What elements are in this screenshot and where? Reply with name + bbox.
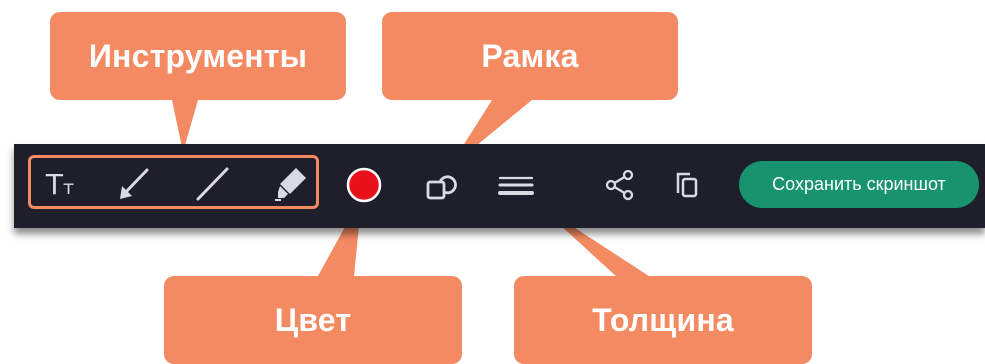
line-tool-button[interactable] bbox=[192, 164, 232, 204]
thickness-callout: Толщина bbox=[514, 276, 812, 364]
arrow-icon bbox=[120, 168, 149, 199]
arrow-tool-button[interactable] bbox=[114, 164, 154, 204]
frame-callout: Рамка bbox=[382, 12, 678, 100]
copy-button[interactable] bbox=[668, 165, 704, 205]
line-thickness-icon bbox=[498, 176, 534, 195]
marker-icon bbox=[275, 168, 306, 201]
share-button[interactable] bbox=[602, 165, 638, 205]
color-button[interactable] bbox=[344, 165, 384, 205]
line-icon bbox=[196, 167, 229, 201]
screenshot-toolbar: Tт Сохранить скриншот bbox=[14, 144, 985, 228]
text-size-icon: Tт bbox=[45, 168, 75, 201]
frame-callout-label: Рамка bbox=[481, 37, 579, 74]
text-tool-button[interactable]: Tт bbox=[40, 165, 80, 205]
marker-tool-button[interactable] bbox=[270, 164, 310, 204]
tools-callout: Инструменты bbox=[50, 12, 346, 100]
shapes-icon bbox=[426, 175, 457, 200]
thickness-button[interactable] bbox=[495, 165, 537, 205]
thickness-callout-label: Толщина bbox=[592, 301, 734, 338]
share-icon bbox=[605, 169, 634, 201]
frame-button[interactable] bbox=[422, 165, 462, 205]
copy-icon bbox=[676, 172, 698, 198]
tools-callout-label: Инструменты bbox=[88, 37, 308, 74]
save-screenshot-button[interactable]: Сохранить скриншот bbox=[739, 161, 979, 208]
color-callout: Цвет bbox=[164, 276, 462, 364]
color-swatch-icon bbox=[346, 167, 382, 203]
color-callout-label: Цвет bbox=[274, 301, 352, 338]
